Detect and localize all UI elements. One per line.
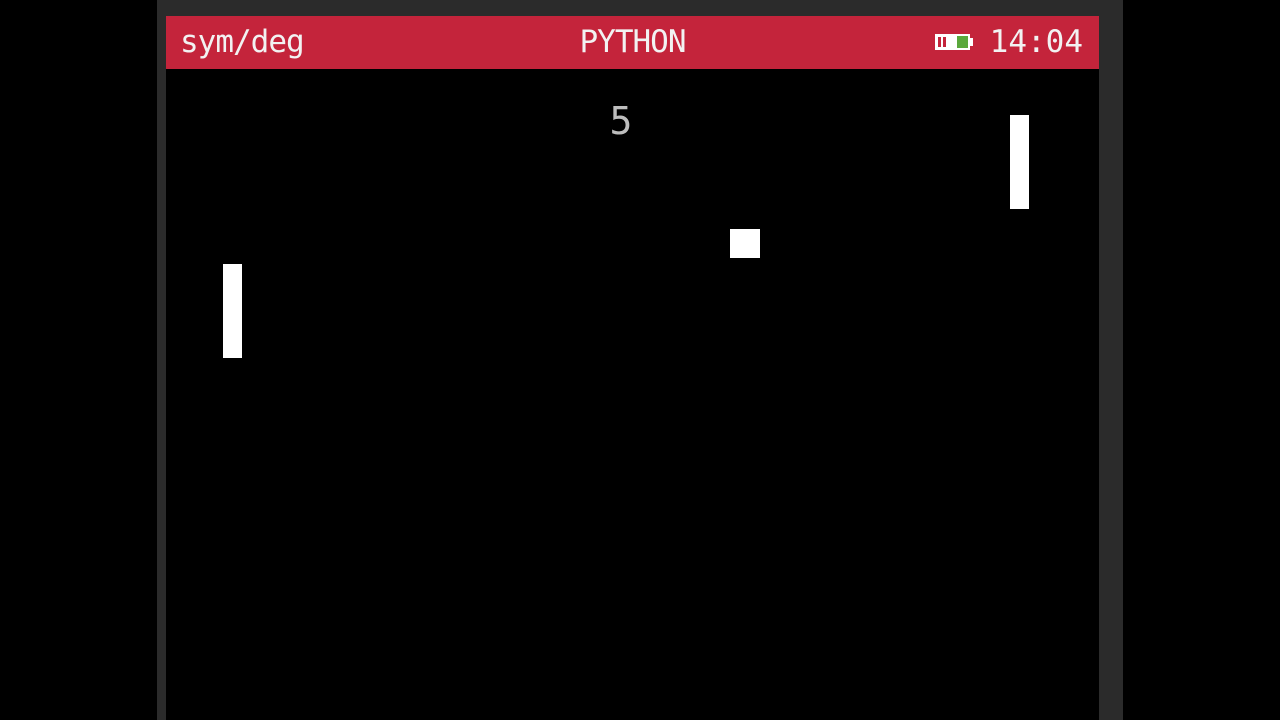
battery-icon (934, 33, 973, 51)
clock: 14:04 (989, 24, 1083, 60)
score: 5 (609, 99, 633, 143)
game-play-area[interactable]: 5 (166, 69, 1099, 720)
right-paddle (1010, 115, 1029, 209)
status-right: 14:04 (934, 24, 1083, 60)
ball (730, 229, 760, 258)
left-paddle (223, 264, 242, 358)
calculator-screen: sym/deg PYTHON 14:04 5 (166, 16, 1099, 720)
status-bar: sym/deg PYTHON 14:04 (166, 16, 1099, 69)
